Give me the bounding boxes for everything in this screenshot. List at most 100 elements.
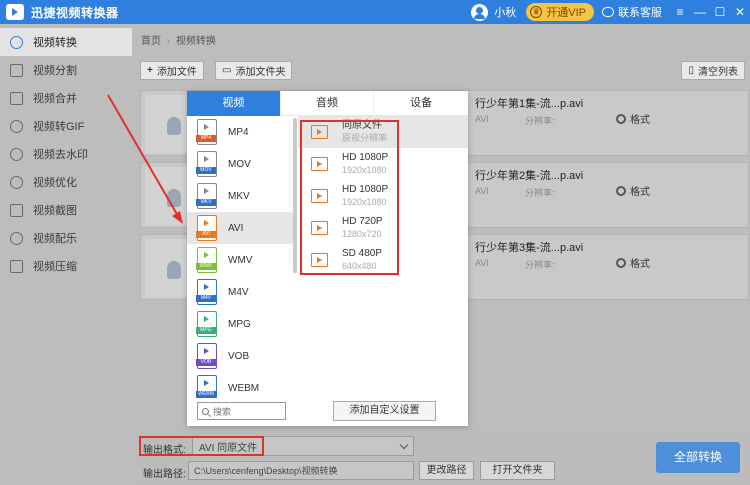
format-search-input[interactable]: 搜索	[197, 402, 286, 420]
chevron-down-icon	[399, 440, 409, 450]
sidebar-item-video-gif[interactable]: 视频转GIF	[0, 112, 132, 140]
breadcrumb: 首页 › 视频转换	[141, 32, 216, 47]
convert-icon	[10, 35, 23, 49]
format-settings-button[interactable]: 格式	[616, 111, 650, 126]
screenshot-icon	[10, 203, 23, 217]
sidebar-item-video-compress[interactable]: 视频压缩	[0, 252, 132, 280]
file-format: AVI	[475, 258, 489, 268]
format-item-webm[interactable]: WEBM WEBM	[187, 372, 293, 398]
output-path-label: 输出路径:	[143, 469, 186, 480]
format-item-mpg[interactable]: MPG MPG	[187, 308, 293, 340]
sidebar-item-label: 视频压缩	[33, 261, 77, 273]
format-item-mkv[interactable]: MKV MKV	[187, 180, 293, 212]
close-icon[interactable]: ✕	[730, 5, 750, 19]
sidebar-item-label: 视频分割	[33, 65, 77, 77]
convert-all-button[interactable]: 全部转换	[656, 442, 740, 473]
support-label: 联系客服	[618, 7, 662, 19]
format-tag: VOB	[196, 359, 216, 366]
format-tag: MOV	[196, 167, 216, 174]
format-label: WEBM	[228, 382, 260, 394]
sidebar-item-video-convert[interactable]: 视频转换	[0, 28, 132, 56]
popup-tabs: 视频 音频 设备	[187, 91, 468, 116]
format-tag: WEBM	[196, 391, 216, 398]
format-tag: M4V	[196, 295, 216, 302]
format-label: VOB	[228, 350, 250, 362]
folder-icon: ▭	[222, 65, 232, 76]
file-name: 行少年第2集-流...p.avi	[475, 170, 584, 182]
format-settings-label: 格式	[630, 259, 650, 270]
vob-file-icon: VOB	[196, 343, 217, 369]
title-bar: 迅捷视频转换器 小秋 ♛ 开通VIP 联系客服 ≡ — ☐ ✕	[0, 0, 750, 24]
tab-device[interactable]: 设备	[374, 91, 468, 116]
sidebar-item-label: 视频配乐	[33, 233, 77, 245]
change-path-button[interactable]: 更改路径	[419, 461, 474, 480]
format-label: AVI	[228, 222, 244, 234]
sidebar-item-video-merge[interactable]: 视频合并	[0, 84, 132, 112]
tab-video[interactable]: 视频	[187, 91, 281, 116]
add-file-label: 添加文件	[156, 67, 197, 78]
optimize-icon	[10, 175, 23, 189]
file-format: AVI	[475, 114, 489, 124]
sidebar-item-label: 视频合并	[33, 93, 77, 105]
sidebar-item-video-optimize[interactable]: 视频优化	[0, 168, 132, 196]
vip-crown-icon: ♛	[530, 6, 543, 18]
format-settings-button[interactable]: 格式	[616, 183, 650, 198]
mkv-file-icon: MKV	[196, 183, 217, 209]
sidebar-item-video-screenshot[interactable]: 视频截图	[0, 196, 132, 224]
format-item-mov[interactable]: MOV MOV	[187, 148, 293, 180]
format-tag: WMV	[196, 263, 216, 270]
breadcrumb-home[interactable]: 首页	[141, 36, 161, 47]
username[interactable]: 小秋	[494, 4, 516, 20]
avi-file-icon: AVI	[196, 215, 217, 241]
gear-icon	[616, 185, 626, 196]
sidebar-item-video-split[interactable]: 视频分割	[0, 56, 132, 84]
wmv-file-icon: WMV	[196, 247, 217, 273]
format-tag: MP4	[196, 135, 216, 142]
m4v-file-icon: M4V	[196, 279, 217, 305]
sidebar-item-label: 视频优化	[33, 177, 77, 189]
add-file-button[interactable]: + 添加文件	[140, 61, 204, 80]
sidebar-item-remove-watermark[interactable]: 视频去水印	[0, 140, 132, 168]
format-label: M4V	[228, 286, 249, 298]
sidebar-item-label: 视频截图	[33, 205, 77, 217]
format-item-avi[interactable]: AVI AVI	[187, 212, 293, 244]
sidebar-item-label: 视频去水印	[33, 149, 88, 161]
clear-list-label: 清空列表	[698, 67, 738, 78]
format-item-wmv[interactable]: WMV WMV	[187, 244, 293, 276]
format-label: MP4	[228, 126, 249, 138]
open-folder-button[interactable]: 打开文件夹	[480, 461, 555, 480]
vip-button[interactable]: ♛ 开通VIP	[526, 3, 594, 21]
format-item-vob[interactable]: VOB VOB	[187, 340, 293, 372]
add-folder-button[interactable]: ▭ 添加文件夹	[215, 61, 293, 80]
format-tag: AVI	[196, 231, 216, 238]
minimize-icon[interactable]: —	[690, 5, 710, 19]
file-format: AVI	[475, 186, 489, 196]
watermark-icon	[10, 147, 23, 161]
sidebar: 视频转换 视频分割 视频合并 视频转GIF 视频去水印 视频优化 视频截图 视频…	[0, 24, 132, 485]
file-resolution: 分辨率:	[525, 188, 555, 198]
format-list-scrollbar[interactable]	[293, 118, 297, 273]
avatar-icon[interactable]	[471, 3, 489, 21]
sidebar-item-label: 视频转GIF	[33, 121, 85, 133]
clear-list-button[interactable]: ▯ 清空列表	[681, 61, 745, 80]
format-settings-button[interactable]: 格式	[616, 255, 650, 270]
highlight-box	[139, 436, 264, 456]
app-title: 迅捷视频转换器	[31, 5, 119, 20]
maximize-icon[interactable]: ☐	[710, 5, 730, 19]
format-tag: MKV	[196, 199, 216, 206]
search-icon	[202, 407, 209, 415]
support-button[interactable]: 联系客服	[602, 4, 662, 20]
gear-icon	[616, 257, 626, 268]
menu-icon[interactable]: ≡	[670, 5, 690, 19]
app-logo-icon	[6, 4, 24, 20]
format-item-m4v[interactable]: M4V M4V	[187, 276, 293, 308]
tab-audio[interactable]: 音频	[281, 91, 375, 116]
gear-icon	[616, 113, 626, 124]
sidebar-item-video-music[interactable]: 视频配乐	[0, 224, 132, 252]
chat-icon	[602, 7, 614, 17]
output-path-field[interactable]: C:\Users\cenfeng\Desktop\视频转换	[188, 461, 414, 480]
format-item-mp4[interactable]: MP4 MP4	[187, 116, 293, 148]
format-tag: MPG	[196, 327, 216, 334]
breadcrumb-separator: ›	[166, 36, 171, 47]
add-custom-setting-button[interactable]: 添加自定义设置	[333, 401, 436, 421]
